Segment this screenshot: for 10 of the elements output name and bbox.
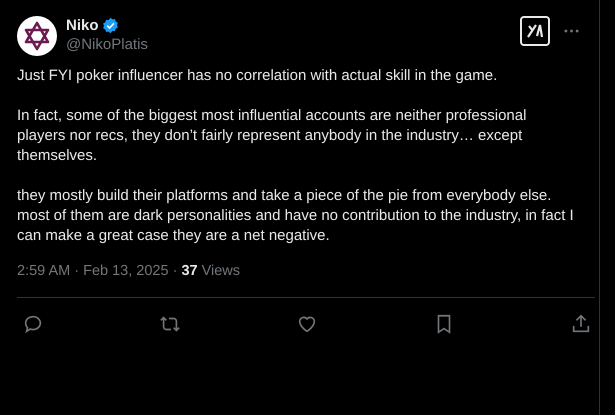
share-icon[interactable] (570, 313, 592, 335)
author-handle[interactable]: @NikoPlatis (66, 35, 520, 55)
author-name[interactable]: Niko (66, 16, 99, 34)
post-paragraph: In fact, some of the biggest most influential accounts are neither professional players nor recs, they don’t fairly represent anybody in the industry… except themselves. (17, 106, 528, 166)
post-paragraph: they mostly build their platforms and take a piece of the pie from everybody else. most of them are dark personalities and have no contribution to the industry, in fact I can make a great case they are a net negative. (17, 186, 575, 246)
grok-icon[interactable] (520, 16, 550, 46)
post-meta: 2:59 AM · Feb 13, 2025 · 37 Views (17, 262, 242, 281)
reply-icon[interactable] (22, 313, 44, 335)
post-paragraph: Just FYI poker influencer has no correlation with actual skill in the game. (17, 66, 498, 86)
more-icon[interactable] (564, 29, 579, 33)
